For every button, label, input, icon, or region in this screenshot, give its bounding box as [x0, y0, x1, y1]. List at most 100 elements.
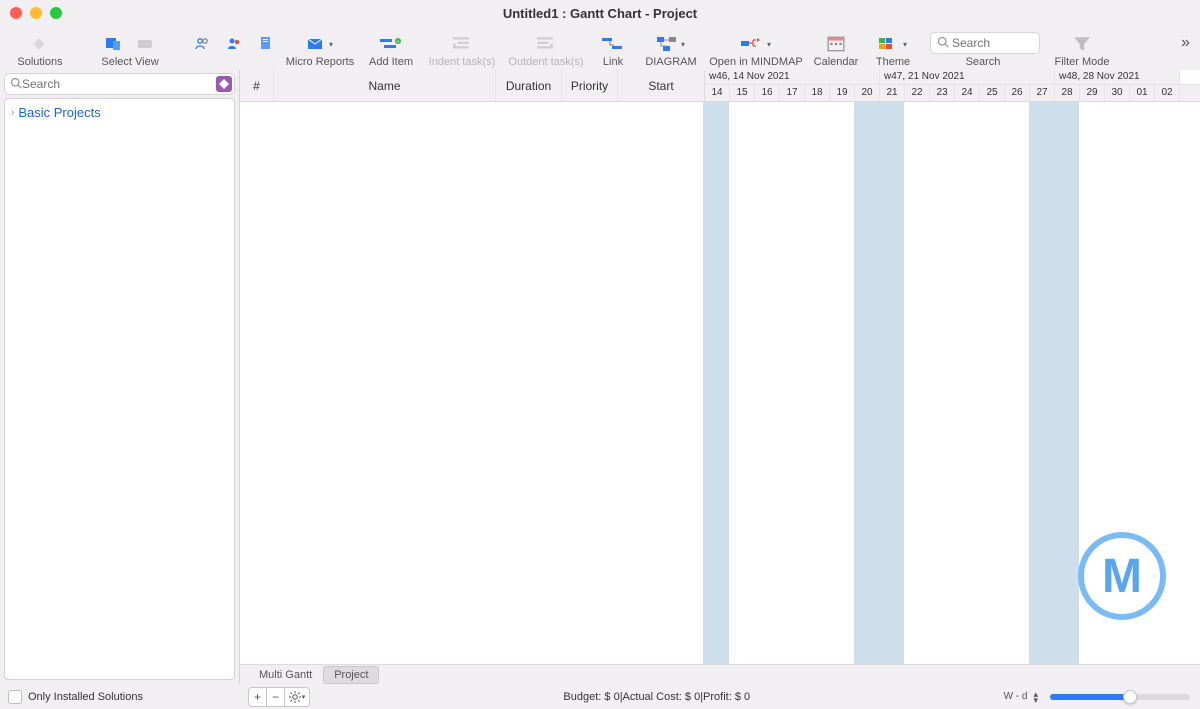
- only-installed-label: Only Installed Solutions: [28, 691, 143, 703]
- theme-button[interactable]: ▾ Theme: [866, 34, 920, 68]
- search-icon: [937, 36, 949, 51]
- sidebar-search-field[interactable]: [4, 73, 235, 95]
- link-bars-icon: [602, 36, 624, 52]
- link-button[interactable]: Link: [590, 34, 636, 68]
- day-header: 19: [830, 85, 855, 101]
- gantt-tabs: Multi GanttProject: [240, 664, 1200, 684]
- weekend-stripe: [1029, 102, 1054, 664]
- day-header: 30: [1105, 85, 1130, 101]
- day-header: 02: [1155, 85, 1180, 101]
- gantt-timeline-header: w46, 14 Nov 2021w47, 21 Nov 2021w48, 28 …: [705, 70, 1200, 101]
- calendar-icon: [827, 36, 845, 52]
- footer-units-label: W - d: [1004, 691, 1028, 702]
- app-watermark-icon: M: [1078, 532, 1166, 620]
- indent-tasks-button: Indent task(s): [422, 34, 502, 68]
- day-header: 17: [780, 85, 805, 101]
- column-header-num[interactable]: #: [240, 70, 274, 101]
- day-header: 24: [955, 85, 980, 101]
- day-header: 22: [905, 85, 930, 101]
- theme-swatch-icon: [879, 36, 899, 52]
- day-header: 01: [1130, 85, 1155, 101]
- layout-blue-icon: [105, 36, 123, 52]
- people-outline-icon[interactable]: [194, 36, 212, 52]
- day-header: 20: [855, 85, 880, 101]
- indent-icon: [453, 36, 471, 52]
- zoom-slider[interactable]: [1050, 694, 1190, 700]
- gantt-header: #NameDurationPriorityStart w46, 14 Nov 2…: [240, 70, 1200, 102]
- gantt-columns-header: #NameDurationPriorityStart: [240, 70, 705, 101]
- sidebar-search-input[interactable]: [22, 77, 229, 91]
- day-header: 16: [755, 85, 780, 101]
- sidebar-search-badge-icon[interactable]: [216, 76, 232, 92]
- titlebar: Untitled1 : Gantt Chart - Project: [0, 0, 1200, 26]
- gantt-grid-left: [240, 102, 704, 664]
- people-filled-icon[interactable]: [226, 36, 244, 52]
- diagram-button[interactable]: ▾ DIAGRAM: [636, 34, 706, 68]
- only-installed-checkbox[interactable]: [8, 690, 22, 704]
- footer: Only Installed Solutions + − ▾ Budget: $…: [0, 684, 1200, 709]
- day-header: 21: [880, 85, 905, 101]
- toolbar-search-field[interactable]: [930, 32, 1040, 54]
- gantt-tab[interactable]: Multi Gantt: [248, 666, 323, 684]
- add-bars-icon: +: [380, 36, 402, 52]
- outdent-icon: [537, 36, 555, 52]
- gantt-panel: #NameDurationPriorityStart w46, 14 Nov 2…: [240, 70, 1200, 684]
- zoom-slider-thumb[interactable]: [1123, 690, 1137, 704]
- svg-text:+: +: [397, 39, 400, 45]
- footer-units-stepper[interactable]: ▴▾: [1033, 691, 1038, 703]
- dropdown-caret-icon: ▾: [767, 40, 771, 49]
- day-header: 18: [805, 85, 830, 101]
- weekend-stripe: [879, 102, 904, 664]
- outdent-tasks-button: Outdent task(s): [502, 34, 590, 68]
- filter-mode-button[interactable]: Filter Mode: [1046, 34, 1118, 68]
- day-header: 27: [1030, 85, 1055, 101]
- column-header-start[interactable]: Start: [618, 70, 704, 101]
- chevron-down-icon: ▾: [302, 693, 306, 701]
- micro-reports-button[interactable]: ▾ Micro Reports: [280, 34, 360, 68]
- toolbar-search-input[interactable]: [952, 36, 1033, 50]
- solutions-button[interactable]: Solutions: [10, 34, 70, 68]
- day-header: 15: [730, 85, 755, 101]
- diagram-icon: [657, 36, 677, 52]
- column-header-name[interactable]: Name: [274, 70, 496, 101]
- gear-icon: [289, 691, 301, 703]
- diamond-icon: [31, 36, 49, 52]
- sidebar: › Basic Projects: [0, 70, 240, 684]
- day-header: 29: [1080, 85, 1105, 101]
- document-icon[interactable]: [258, 36, 276, 52]
- day-header: 26: [1005, 85, 1030, 101]
- funnel-icon: [1073, 36, 1091, 52]
- weekend-stripe: [704, 102, 729, 664]
- add-item-button[interactable]: + Add Item: [360, 34, 422, 68]
- dropdown-caret-icon: ▾: [681, 40, 685, 49]
- day-header: 25: [980, 85, 1005, 101]
- calendar-button[interactable]: Calendar: [806, 34, 866, 68]
- week-header: w46, 14 Nov 2021: [705, 70, 880, 84]
- window-title: Untitled1 : Gantt Chart - Project: [0, 6, 1200, 21]
- column-header-priority[interactable]: Priority: [562, 70, 618, 101]
- week-header: w47, 21 Nov 2021: [880, 70, 1055, 84]
- dropdown-caret-icon: ▾: [329, 40, 333, 49]
- day-header: 23: [930, 85, 955, 101]
- sidebar-item-label: Basic Projects: [18, 105, 100, 120]
- dropdown-caret-icon: ▾: [903, 40, 907, 49]
- weekend-stripe: [1054, 102, 1079, 664]
- gantt-body[interactable]: [240, 102, 1200, 664]
- sidebar-tree-item[interactable]: › Basic Projects: [11, 103, 228, 122]
- toolbar-overflow-button[interactable]: »: [1181, 34, 1190, 52]
- select-view-button[interactable]: Select View: [70, 34, 190, 68]
- settings-gear-button[interactable]: ▾: [285, 688, 309, 706]
- toolbar-search-label: Search: [966, 56, 1001, 68]
- search-icon: [10, 77, 22, 92]
- toolbar-icons-group: [190, 34, 280, 68]
- footer-budget-line: Budget: $ 0|Actual Cost: $ 0|Profit: $ 0: [310, 691, 1004, 703]
- footer-tool-group: + − ▾: [248, 687, 310, 707]
- column-header-duration[interactable]: Duration: [496, 70, 562, 101]
- weekend-stripe: [854, 102, 879, 664]
- remove-row-button[interactable]: −: [267, 688, 285, 706]
- week-header: w48, 28 Nov 2021: [1055, 70, 1180, 84]
- add-row-button[interactable]: +: [249, 688, 267, 706]
- day-header: 28: [1055, 85, 1080, 101]
- gantt-tab[interactable]: Project: [323, 666, 379, 684]
- open-mindmap-button[interactable]: ▾ Open in MINDMAP: [706, 34, 806, 68]
